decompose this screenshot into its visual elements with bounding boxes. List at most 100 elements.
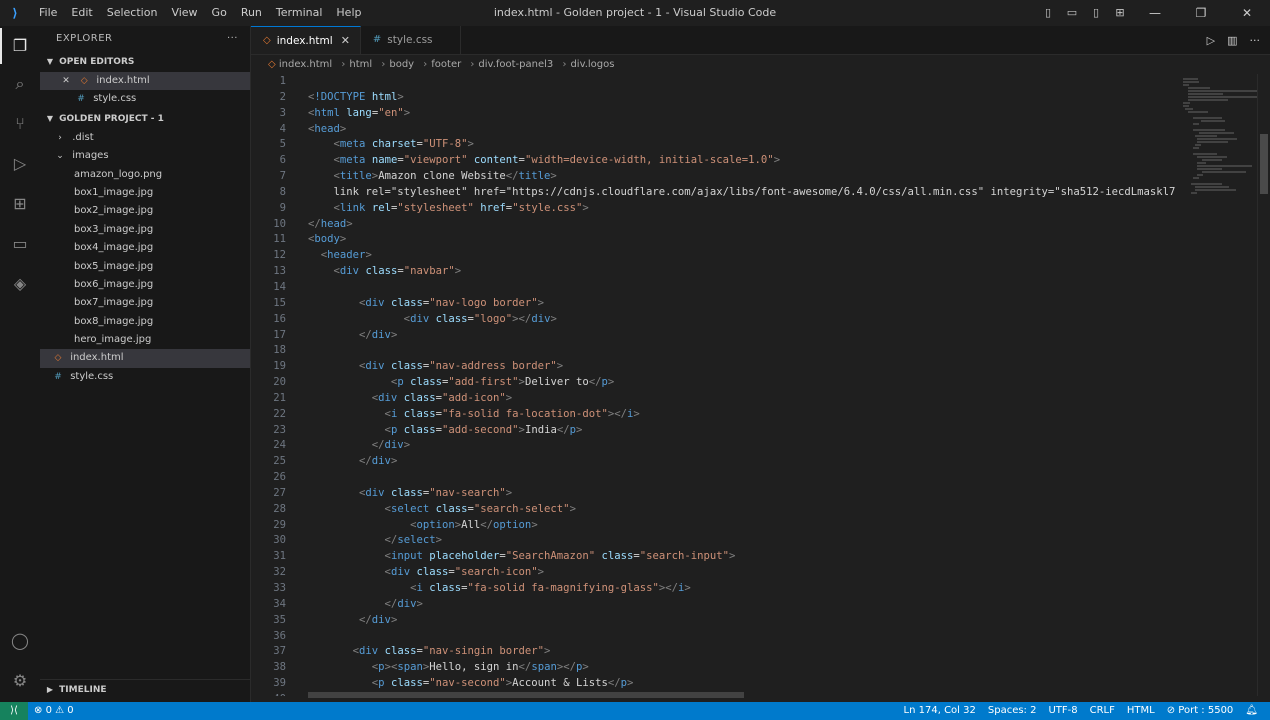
close-icon[interactable]: ✕ — [341, 27, 350, 55]
code-line[interactable]: 19 <div class="nav-address border"> — [251, 359, 1181, 375]
vertical-scrollbar[interactable] — [1257, 74, 1270, 696]
remote-indicator-icon[interactable]: ⟩⟨ — [0, 702, 28, 720]
menu-run[interactable]: Run — [234, 0, 269, 26]
scrollbar-thumb[interactable] — [1260, 134, 1268, 194]
code-line[interactable]: 35 </div> — [251, 613, 1181, 629]
file-item[interactable]: box1_image.jpg — [40, 184, 250, 202]
tab-index-html[interactable]: ◇ index.html ✕ — [251, 26, 361, 54]
code-line[interactable]: 8 link rel="stylesheet" href="https://cd… — [251, 185, 1181, 201]
minimap[interactable] — [1183, 74, 1263, 334]
code-line[interactable]: 39 <p class="nav-second">Account & Lists… — [251, 676, 1181, 692]
remote-explorer-icon[interactable]: ▭ — [8, 232, 32, 256]
code-line[interactable]: 30 </select> — [251, 533, 1181, 549]
search-icon[interactable]: ⌕ — [8, 72, 32, 96]
encoding[interactable]: UTF-8 — [1042, 702, 1083, 720]
extensions-icon[interactable]: ⊞ — [8, 192, 32, 216]
code-line[interactable]: 20 <p class="add-first">Deliver to</p> — [251, 375, 1181, 391]
code-line[interactable]: 7 <title>Amazon clone Website</title> — [251, 169, 1181, 185]
close-window-button[interactable]: ✕ — [1224, 0, 1270, 26]
manage-gear-icon[interactable]: ⚙ — [8, 669, 32, 693]
code-line[interactable]: 26 — [251, 470, 1181, 486]
menu-edit[interactable]: Edit — [64, 0, 99, 26]
folder-images[interactable]: ⌄ images — [40, 147, 250, 165]
toggle-secondary-sidebar-icon[interactable]: ▯ — [1089, 6, 1103, 20]
close-icon[interactable]: ✕ — [60, 72, 72, 90]
cursor-position[interactable]: Ln 174, Col 32 — [898, 702, 982, 720]
code-line[interactable]: 23 <p class="add-second">India</p> — [251, 423, 1181, 439]
minimize-button[interactable]: — — [1132, 0, 1178, 26]
file-item[interactable]: amazon_logo.png — [40, 166, 250, 184]
run-icon[interactable]: ▷ — [1207, 34, 1215, 47]
code-line[interactable]: 3 <html lang="en"> — [251, 106, 1181, 122]
file-item-style[interactable]: # style.css — [40, 368, 250, 386]
explorer-icon[interactable]: ❐ — [0, 28, 32, 64]
end-of-line[interactable]: CRLF — [1084, 702, 1121, 720]
more-actions-icon[interactable]: ··· — [227, 26, 238, 52]
file-item[interactable]: box4_image.jpg — [40, 239, 250, 257]
breadcrumb-item[interactable]: body — [389, 59, 414, 70]
toggle-sidebar-icon[interactable]: ▯ — [1041, 6, 1055, 20]
notifications-bell-icon[interactable]: 🔔︎ — [1239, 702, 1264, 720]
tab-style-css[interactable]: # style.css ✕ — [361, 26, 461, 54]
python-icon[interactable]: ◈ — [8, 272, 32, 296]
code-line[interactable]: 1 — [251, 74, 1181, 90]
split-editor-icon[interactable]: ▥ — [1227, 34, 1237, 47]
code-line[interactable]: 16 <div class="logo"></div> — [251, 312, 1181, 328]
code-line[interactable]: 38 <p><span>Hello, sign in</span></p> — [251, 660, 1181, 676]
menu-help[interactable]: Help — [329, 0, 368, 26]
code-line[interactable]: 15 <div class="nav-logo border"> — [251, 296, 1181, 312]
timeline-section[interactable]: ▶ TIMELINE — [40, 679, 254, 700]
customize-layout-icon[interactable]: ⊞ — [1113, 6, 1127, 20]
project-section[interactable]: ▼ GOLDEN PROJECT - 1 — [40, 109, 250, 129]
code-line[interactable]: 27 <div class="nav-search"> — [251, 486, 1181, 502]
menu-view[interactable]: View — [164, 0, 204, 26]
accounts-icon[interactable]: ◯ — [8, 629, 32, 653]
code-line[interactable]: 13 <div class="navbar"> — [251, 264, 1181, 280]
file-item[interactable]: hero_image.jpg — [40, 331, 250, 349]
file-item[interactable]: box2_image.jpg — [40, 202, 250, 220]
open-editor-item[interactable]: # style.css — [40, 90, 250, 108]
code-line[interactable]: 22 <i class="fa-solid fa-location-dot"><… — [251, 407, 1181, 423]
code-line[interactable]: 4 <head> — [251, 122, 1181, 138]
code-line[interactable]: 18 — [251, 343, 1181, 359]
source-control-icon[interactable]: ⑂ — [8, 112, 32, 136]
file-item[interactable]: box8_image.jpg — [40, 313, 250, 331]
toggle-panel-icon[interactable]: ▭ — [1065, 6, 1079, 20]
code-line[interactable]: 14 — [251, 280, 1181, 296]
code-line[interactable]: 32 <div class="search-icon"> — [251, 565, 1181, 581]
file-item[interactable]: box3_image.jpg — [40, 221, 250, 239]
code-line[interactable]: 10 </head> — [251, 217, 1181, 233]
code-line[interactable]: 25 </div> — [251, 454, 1181, 470]
more-actions-icon[interactable]: ··· — [1250, 34, 1261, 47]
horizontal-scrollbar[interactable] — [308, 692, 744, 698]
code-line[interactable]: 21 <div class="add-icon"> — [251, 391, 1181, 407]
code-line[interactable]: 37 <div class="nav-singin border"> — [251, 644, 1181, 660]
breadcrumb-item[interactable]: footer — [431, 59, 461, 70]
code-line[interactable]: 24 </div> — [251, 438, 1181, 454]
code-line[interactable]: 9 <link rel="stylesheet" href="style.css… — [251, 201, 1181, 217]
folder-dist[interactable]: › .dist — [40, 129, 250, 147]
code-line[interactable]: 34 </div> — [251, 597, 1181, 613]
code-line[interactable]: 2 <!DOCTYPE html> — [251, 90, 1181, 106]
open-editors-section[interactable]: ▼ OPEN EDITORS — [40, 52, 250, 72]
code-line[interactable]: 11 <body> — [251, 232, 1181, 248]
menu-go[interactable]: Go — [205, 0, 234, 26]
run-debug-icon[interactable]: ▷ — [8, 152, 32, 176]
breadcrumb-item[interactable]: div.logos — [570, 59, 614, 70]
restore-button[interactable]: ❐ — [1178, 0, 1224, 26]
language-mode[interactable]: HTML — [1121, 702, 1161, 720]
file-item[interactable]: box7_image.jpg — [40, 294, 250, 312]
menu-selection[interactable]: Selection — [100, 0, 165, 26]
code-line[interactable]: 12 <header> — [251, 248, 1181, 264]
breadcrumb-item[interactable]: html — [349, 59, 372, 70]
code-line[interactable]: 31 <input placeholder="SearchAmazon" cla… — [251, 549, 1181, 565]
open-editor-item[interactable]: ✕ ◇ index.html — [40, 72, 250, 91]
code-line[interactable]: 36 — [251, 629, 1181, 645]
file-item-index[interactable]: ◇ index.html — [40, 349, 250, 368]
code-line[interactable]: 29 <option>All</option> — [251, 518, 1181, 534]
file-item[interactable]: box5_image.jpg — [40, 258, 250, 276]
indentation[interactable]: Spaces: 2 — [982, 702, 1043, 720]
problems-indicator[interactable]: ⊗ 0 ⚠ 0 — [28, 702, 80, 720]
breadcrumb-item[interactable]: index.html — [279, 59, 332, 70]
live-server-port[interactable]: ⊘ Port : 5500 — [1161, 702, 1240, 720]
